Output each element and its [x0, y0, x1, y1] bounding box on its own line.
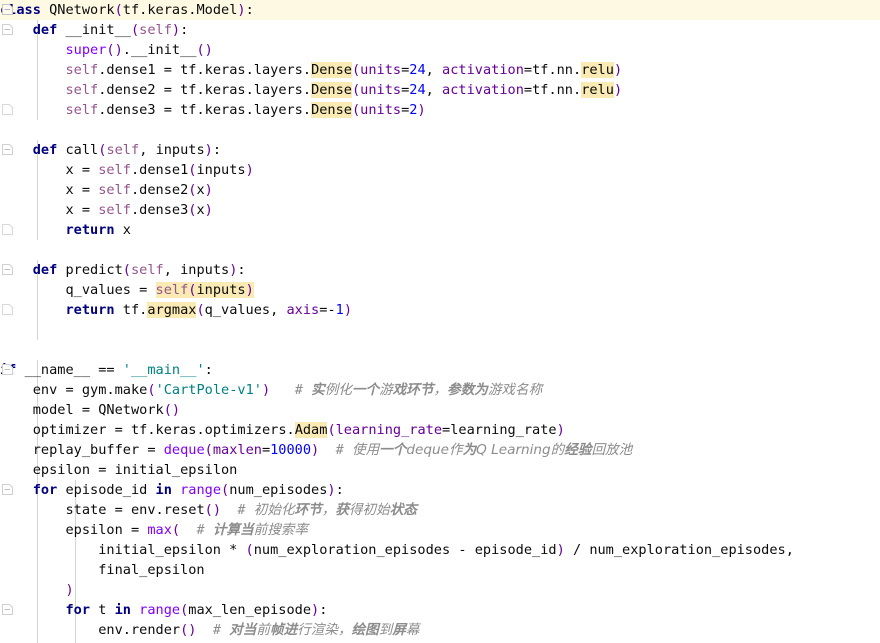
code-line[interactable]: for episode_id in range(num_episodes): — [0, 480, 880, 500]
code-line[interactable]: return x — [0, 220, 880, 240]
code-line[interactable]: x = self.dense1(inputs) — [0, 160, 880, 180]
code-line[interactable]: def predict(self, inputs): — [0, 260, 880, 280]
inline-comment: # 对当前帧进行渲染，绘图到屏幕 — [212, 622, 420, 638]
code-line-blank[interactable] — [0, 240, 880, 260]
code-line[interactable]: env = gym.make('CartPole-v1') # 实例化一个游戏环… — [0, 380, 880, 400]
highlight-self-call: self(inputs) — [155, 282, 254, 298]
highlight-dense: Dense — [311, 82, 352, 98]
code-line[interactable]: q_values = self(inputs) — [0, 280, 880, 300]
code-line-blank[interactable] — [0, 120, 880, 140]
inline-comment: # 使用一个deque作为Q Learning的经验回放池 — [335, 442, 633, 458]
code-line[interactable]: super().__init__() — [0, 40, 880, 60]
fold-open-icon[interactable] — [2, 484, 13, 495]
code-line[interactable]: self.dense1 = tf.keras.layers.Dense(unit… — [0, 60, 880, 80]
code-line[interactable]: initial_epsilon * (num_exploration_episo… — [0, 540, 880, 560]
inline-comment: # 计算当前搜索率 — [196, 522, 308, 538]
highlight-dense: Dense — [311, 62, 352, 78]
code-line[interactable]: state = env.reset() # 初始化环节，获得初始状态 — [0, 500, 880, 520]
code-line[interactable]: def call(self, inputs): — [0, 140, 880, 160]
fold-open-icon[interactable] — [2, 604, 13, 615]
code-line[interactable]: optimizer = tf.keras.optimizers.Adam(lea… — [0, 420, 880, 440]
code-line-blank[interactable] — [0, 320, 880, 340]
code-line[interactable]: if __name__ == '__main__': — [0, 360, 880, 380]
fold-close-icon[interactable] — [2, 224, 13, 235]
code-line[interactable]: final_epsilon — [0, 560, 880, 580]
code-content[interactable]: class QNetwork(tf.keras.Model): def __in… — [0, 0, 880, 643]
code-line[interactable]: ) — [0, 580, 880, 600]
inline-comment: # 实例化一个游戏环节，参数为游戏名称 — [294, 382, 543, 398]
highlight-argmax: argmax — [147, 302, 197, 318]
fold-close-icon[interactable] — [2, 104, 13, 115]
highlight-dense: Dense — [311, 102, 352, 118]
code-line-blank[interactable] — [0, 340, 880, 360]
highlight-relu: relu — [581, 62, 614, 78]
code-line[interactable]: for t in range(max_len_episode): — [0, 600, 880, 620]
fold-open-icon[interactable] — [2, 264, 13, 275]
fold-open-icon[interactable] — [2, 4, 13, 15]
fold-open-icon[interactable] — [2, 24, 13, 35]
inline-comment: # 初始化环节，获得初始状态 — [237, 502, 417, 518]
fold-open-icon[interactable] — [2, 364, 13, 375]
highlight-relu: relu — [581, 82, 614, 98]
code-line[interactable]: class QNetwork(tf.keras.Model): — [0, 0, 880, 20]
fold-open-icon[interactable] — [2, 144, 13, 155]
gutter — [0, 0, 18, 643]
code-line[interactable]: epsilon = max( # 计算当前搜索率 — [0, 520, 880, 540]
code-line[interactable]: self.dense3 = tf.keras.layers.Dense(unit… — [0, 100, 880, 120]
code-line[interactable]: x = self.dense2(x) — [0, 180, 880, 200]
code-line[interactable]: env.render() # 对当前帧进行渲染，绘图到屏幕 — [0, 620, 880, 640]
fold-close-icon[interactable] — [2, 304, 13, 315]
code-line[interactable]: replay_buffer = deque(maxlen=10000) # 使用… — [0, 440, 880, 460]
code-line[interactable]: x = self.dense3(x) — [0, 200, 880, 220]
code-line[interactable]: return tf.argmax(q_values, axis=-1) — [0, 300, 880, 320]
highlight-adam: Adam — [294, 422, 328, 438]
code-editor[interactable]: class QNetwork(tf.keras.Model): def __in… — [0, 0, 880, 643]
code-line[interactable]: epsilon = initial_epsilon — [0, 460, 880, 480]
code-line[interactable]: self.dense2 = tf.keras.layers.Dense(unit… — [0, 80, 880, 100]
code-line[interactable]: def __init__(self): — [0, 20, 880, 40]
code-line[interactable]: model = QNetwork() — [0, 400, 880, 420]
